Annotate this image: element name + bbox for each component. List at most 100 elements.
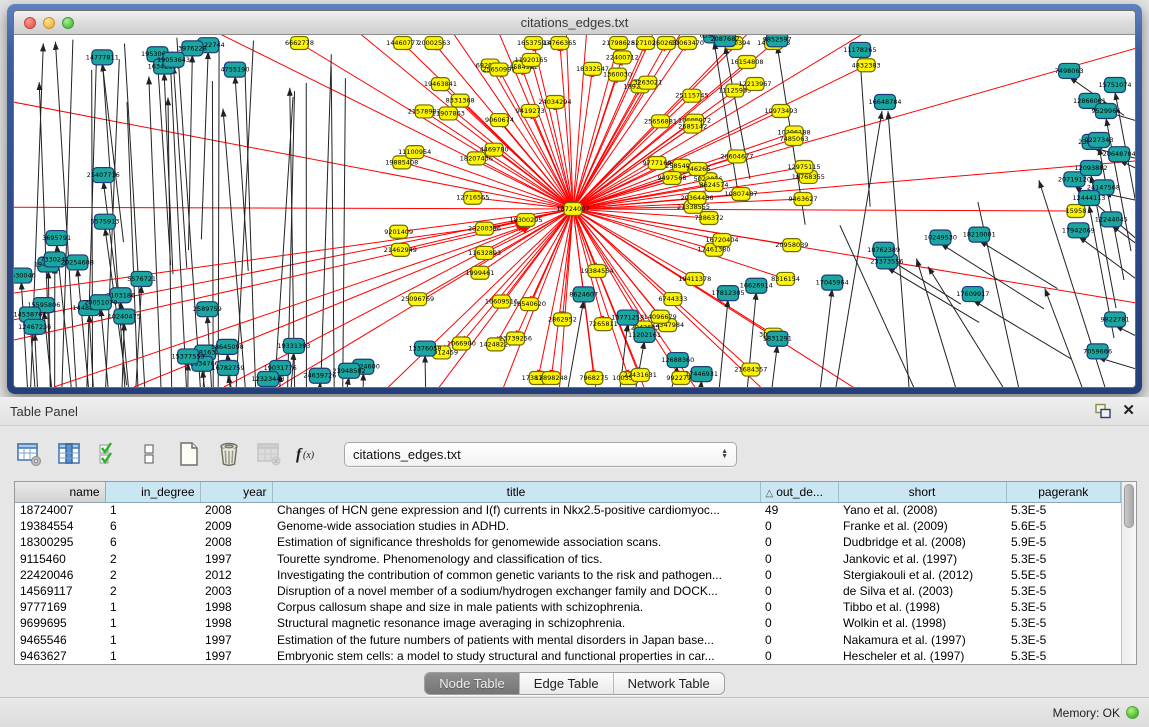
svg-text:16648784: 16648784 <box>868 98 901 106</box>
svg-text:13771258: 13771258 <box>611 314 644 322</box>
table-row[interactable]: 1872400712008Changes of HCN gene express… <box>15 502 1121 518</box>
svg-text:23739256: 23739256 <box>499 334 532 342</box>
function-builder-icon[interactable]: f (x) <box>294 439 324 469</box>
cell-title: Embryonic stem cells: a model to study s… <box>272 648 760 664</box>
svg-text:4755190: 4755190 <box>221 66 250 74</box>
cell-short: Wolkin et al. (1998) <box>838 615 1006 631</box>
svg-text:3976228: 3976228 <box>178 44 207 52</box>
status-bar: Memory: OK <box>0 697 1149 727</box>
svg-text:10973493: 10973493 <box>764 107 797 115</box>
close-window-icon[interactable] <box>24 17 36 29</box>
cell-short: Hescheler et al. (1997) <box>838 648 1006 664</box>
svg-text:11100954: 11100954 <box>398 148 431 156</box>
svg-text:6744333: 6744333 <box>658 295 687 303</box>
svg-text:24639726: 24639726 <box>303 372 336 380</box>
new-column-icon[interactable] <box>174 439 204 469</box>
cell-year: 2009 <box>200 518 272 534</box>
svg-text:19053643: 19053643 <box>157 56 190 64</box>
svg-text:4469780: 4469780 <box>480 146 509 154</box>
column-header-in_degree[interactable]: in_degree <box>105 482 200 502</box>
column-header-pagerank[interactable]: pagerank <box>1006 482 1121 502</box>
svg-text:19885408: 19885408 <box>385 158 418 166</box>
svg-text:25650997: 25650997 <box>482 66 515 74</box>
cell-name: 18300295 <box>15 534 105 550</box>
cell-name: 9463627 <box>15 648 105 664</box>
svg-text:23373556: 23373556 <box>870 257 903 265</box>
cell-short: Dudbridge et al. (2008) <box>838 534 1006 550</box>
delete-column-trash-icon[interactable] <box>214 439 244 469</box>
svg-text:17609917: 17609917 <box>956 290 989 298</box>
svg-text:2862952: 2862952 <box>548 315 577 323</box>
svg-text:f: f <box>296 446 303 463</box>
cell-title: Tourette syndrome. Phenomenology and cla… <box>272 551 760 567</box>
svg-text:20254608: 20254608 <box>61 258 94 266</box>
tab-node-table[interactable]: Node Table <box>425 673 520 694</box>
svg-text:19411378: 19411378 <box>678 275 711 283</box>
memory-status-indicator-icon[interactable] <box>1126 706 1139 719</box>
svg-text:7485063: 7485063 <box>780 135 809 143</box>
tab-network-table[interactable]: Network Table <box>614 673 724 694</box>
table-panel: Table Panel ✕ <box>0 397 1149 727</box>
table-selector-dropdown[interactable]: citations_edges.txt ▲▼ <box>344 442 737 467</box>
svg-text:10240475: 10240475 <box>108 313 141 321</box>
cell-out_degree: 0 <box>760 648 838 664</box>
column-header-title[interactable]: title <box>272 482 760 502</box>
select-rows-icon[interactable] <box>94 439 124 469</box>
column-header-out_degree[interactable]: △out_de... <box>760 482 838 502</box>
table-mode-icon[interactable] <box>14 439 44 469</box>
cell-year: 1998 <box>200 615 272 631</box>
svg-text:4832383: 4832383 <box>852 61 881 69</box>
svg-text:21684357: 21684357 <box>734 366 767 374</box>
window-titlebar[interactable]: citations_edges.txt <box>14 11 1135 35</box>
network-graph[interactable]: 2862952165406201660951619994611163289320… <box>14 35 1135 387</box>
svg-text:25407716: 25407716 <box>87 171 120 179</box>
table-row[interactable]: 911546021997Tourette syndrome. Phenomeno… <box>15 551 1121 567</box>
vertical-scrollbar[interactable] <box>1121 482 1136 664</box>
close-panel-icon[interactable]: ✕ <box>1122 403 1135 419</box>
table-row[interactable]: 946554611997Estimation of the future num… <box>15 632 1121 648</box>
column-header-name[interactable]: name <box>15 482 105 502</box>
column-header-year[interactable]: year <box>200 482 272 502</box>
table-panel-title: Table Panel <box>10 404 78 419</box>
svg-text:5831291: 5831291 <box>763 335 792 343</box>
scrollbar-thumb[interactable] <box>1124 484 1134 528</box>
svg-text:16626914: 16626914 <box>740 282 773 290</box>
svg-text:16154808: 16154808 <box>730 58 763 66</box>
cell-name: 9465546 <box>15 632 105 648</box>
float-panel-icon[interactable] <box>1094 403 1112 419</box>
svg-text:22431631: 22431631 <box>624 371 657 379</box>
row-height-icon[interactable] <box>134 439 164 469</box>
table-row[interactable]: 1938455462009Genome-wide association stu… <box>15 518 1121 534</box>
cell-name: 9699695 <box>15 615 105 631</box>
tab-edge-table[interactable]: Edge Table <box>520 673 614 694</box>
cell-in_degree: 2 <box>105 567 200 583</box>
show-columns-icon[interactable] <box>54 439 84 469</box>
svg-text:20719120: 20719120 <box>1058 175 1091 183</box>
table-row[interactable]: 946362711997Embryonic stem cells: a mode… <box>15 648 1121 664</box>
svg-text:7968275: 7968275 <box>579 374 608 382</box>
svg-text:12244045: 12244045 <box>1095 215 1128 223</box>
svg-text:8316154: 8316154 <box>771 275 800 283</box>
network-window[interactable]: citations_edges.txt 28629521654062016609… <box>7 4 1142 394</box>
window-title: citations_edges.txt <box>521 15 629 30</box>
svg-text:12975115: 12975115 <box>787 163 820 171</box>
svg-text:19063470: 19063470 <box>671 39 704 47</box>
column-header-short[interactable]: short <box>838 482 1006 502</box>
minimize-window-icon[interactable] <box>43 17 55 29</box>
svg-text:13376058: 13376058 <box>408 345 441 353</box>
table-row[interactable]: 969969511998Structural magnetic resonanc… <box>15 615 1121 631</box>
svg-text:16782759: 16782759 <box>211 364 244 372</box>
svg-text:(x): (x) <box>303 450 315 461</box>
svg-text:1066900: 1066900 <box>447 339 476 347</box>
table-row[interactable]: 977716911998Corpus callosum shape and si… <box>15 599 1121 615</box>
network-canvas[interactable]: 2862952165406201660951619994611163289320… <box>14 35 1135 387</box>
cell-pagerank: 5.3E-5 <box>1006 648 1121 664</box>
svg-text:11907863: 11907863 <box>432 109 465 117</box>
table-row[interactable]: 1830029562008Estimation of significance … <box>15 534 1121 550</box>
svg-text:15377553: 15377553 <box>172 352 205 360</box>
zoom-window-icon[interactable] <box>62 17 74 29</box>
table-row[interactable]: 2242004622012Investigating the contribut… <box>15 567 1121 583</box>
svg-text:9227343: 9227343 <box>1085 136 1114 144</box>
table-row[interactable]: 1456911722003Disruption of a novel membe… <box>15 583 1121 599</box>
svg-text:17446931: 17446931 <box>685 370 718 378</box>
